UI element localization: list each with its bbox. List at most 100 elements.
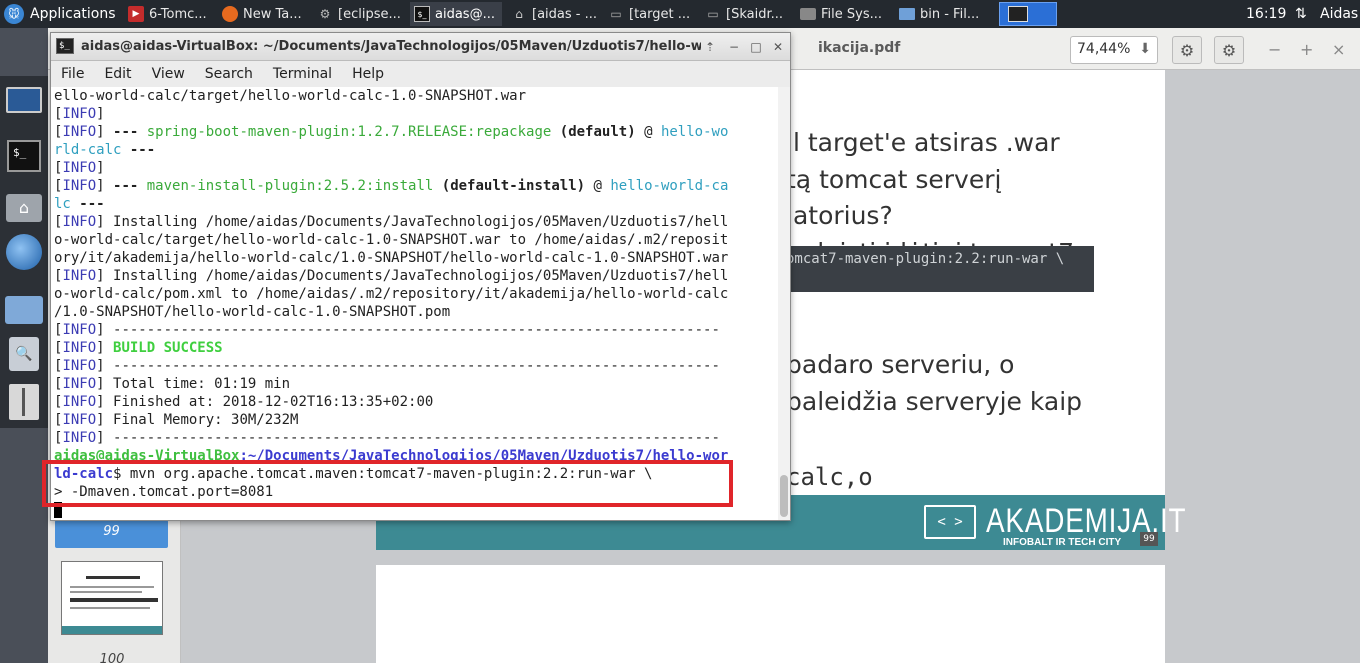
terminal-menubar: File Edit View Search Terminal Help bbox=[51, 61, 790, 87]
clock[interactable]: 16:19 bbox=[1246, 0, 1286, 28]
workspace-switcher[interactable] bbox=[999, 2, 1057, 26]
firefox-icon bbox=[222, 6, 238, 22]
close-icon[interactable]: ✕ bbox=[769, 38, 787, 56]
info-tag: INFO bbox=[62, 430, 97, 446]
info-tag: INFO bbox=[62, 178, 97, 194]
project-name: hello-wo bbox=[660, 124, 729, 140]
close-icon[interactable]: × bbox=[1332, 40, 1345, 59]
terminal-icon: $_ bbox=[56, 38, 74, 54]
show-desktop-icon[interactable] bbox=[4, 80, 44, 120]
folder-icon: ▭ bbox=[610, 7, 622, 21]
stick-icon[interactable]: ⇡ bbox=[701, 38, 719, 56]
prompt-path: :~/Documents/JavaTechnologijos/05Maven/U… bbox=[239, 448, 729, 464]
task-file-system[interactable]: File Sys... bbox=[796, 2, 892, 26]
task-label: [eclipse... bbox=[338, 6, 401, 22]
output-line: [INFO] Installing /home/aidas/Documents/… bbox=[54, 214, 729, 230]
settings-gear-icon-2[interactable]: ⚙ bbox=[1214, 36, 1244, 64]
page-text-line: paleidžia serveryje kaip bbox=[786, 387, 1083, 416]
thumbnail-selected-99[interactable]: 99 bbox=[55, 520, 168, 548]
separator: ----------------------------------------… bbox=[104, 358, 720, 374]
text-cursor bbox=[54, 502, 62, 518]
maximize-icon[interactable]: + bbox=[1300, 40, 1313, 59]
output-line: [INFO] --- maven-install-plugin:2.5.2:in… bbox=[54, 178, 729, 194]
folder-icon: ▭ bbox=[707, 7, 719, 21]
user-menu[interactable]: Aidas bbox=[1320, 0, 1358, 28]
task-label: New Ta... bbox=[243, 6, 302, 22]
dock: $_ ⌂ 🔍 bbox=[0, 76, 48, 428]
task-target-folder[interactable]: ▭ [target ... bbox=[604, 2, 696, 26]
info-tag: INFO bbox=[62, 106, 97, 122]
cursor-line bbox=[54, 501, 777, 519]
scrollbar-thumb[interactable] bbox=[780, 475, 788, 517]
zoom-selector[interactable]: 74,44% ⬇ bbox=[1070, 36, 1158, 64]
install-text: Installing /home/aidas/Documents/JavaTec… bbox=[104, 214, 729, 230]
menu-terminal[interactable]: Terminal bbox=[273, 66, 332, 82]
total-time: Total time: 01:19 min bbox=[104, 376, 291, 392]
terminal-titlebar[interactable]: $_ aidas@aidas-VirtualBox: ~/Documents/J… bbox=[51, 33, 790, 61]
info-tag: INFO bbox=[62, 268, 97, 284]
install-text: Installing /home/aidas/Documents/JavaTec… bbox=[104, 268, 729, 284]
separator: ----------------------------------------… bbox=[104, 322, 720, 338]
final-memory: Final Memory: 30M/232M bbox=[104, 412, 299, 428]
task-label: [target ... bbox=[629, 6, 691, 22]
dashes: --- bbox=[129, 142, 156, 158]
web-browser-icon[interactable] bbox=[4, 232, 44, 272]
project-name: hello-world-ca bbox=[610, 178, 729, 194]
info-tag: INFO bbox=[62, 214, 97, 230]
file-manager-icon[interactable] bbox=[4, 290, 44, 330]
output-line: ello-world-calc/target/hello-world-calc-… bbox=[54, 88, 527, 104]
settings-gear-icon[interactable]: ⚙ bbox=[1172, 36, 1202, 64]
menu-file[interactable]: File bbox=[61, 66, 84, 82]
applications-label: Applications bbox=[30, 6, 116, 22]
code-brackets-icon: < > bbox=[924, 504, 976, 539]
menu-view[interactable]: View bbox=[152, 66, 185, 82]
menu-help[interactable]: Help bbox=[352, 66, 384, 82]
thumbnail-page-100[interactable] bbox=[61, 561, 163, 635]
output-line: o-world-calc/pom.xml to /home/aidas/.m2/… bbox=[54, 286, 729, 302]
task-label: [Skaidr... bbox=[726, 6, 784, 22]
project-name: rld-calc bbox=[54, 142, 122, 158]
xfce-mouse-icon: 🐭 bbox=[4, 4, 24, 24]
page-text-line: calc,o bbox=[786, 463, 873, 491]
output-line: [INFO] --- spring-boot-maven-plugin:1.2.… bbox=[54, 124, 729, 140]
dashes: --- bbox=[113, 124, 139, 140]
menu-edit[interactable]: Edit bbox=[104, 66, 131, 82]
network-arrows-icon[interactable]: ⇅ bbox=[1295, 0, 1307, 28]
home-folder-icon[interactable]: ⌂ bbox=[4, 188, 44, 228]
task-tomcat-pdf[interactable]: ▶ 6-Tomc... bbox=[124, 2, 210, 26]
task-bin-folder[interactable]: bin - Fil... bbox=[895, 2, 989, 26]
page-text-line: ll target'e atsiras .war bbox=[786, 128, 1060, 157]
task-terminal[interactable]: $_ aidas@... bbox=[410, 2, 502, 26]
task-label: File Sys... bbox=[821, 6, 883, 22]
command-line: ld-calc$ mvn org.apache.tomcat.maven:tom… bbox=[54, 465, 777, 483]
info-tag: INFO bbox=[62, 322, 97, 338]
task-label: bin - Fil... bbox=[920, 6, 980, 22]
gear-icon: ⚙ bbox=[319, 7, 331, 21]
minimize-icon[interactable]: − bbox=[725, 38, 743, 56]
info-tag: INFO bbox=[62, 340, 97, 356]
terminal-output[interactable]: ello-world-calc/target/hello-world-calc-… bbox=[51, 87, 777, 520]
text-editor-icon[interactable] bbox=[4, 382, 44, 422]
command-continuation: > -Dmaven.tomcat.port=8081 bbox=[54, 484, 274, 500]
output-line: [INFO] Total time: 01:19 min bbox=[54, 376, 291, 392]
task-eclipse[interactable]: ⚙ [eclipse... bbox=[313, 2, 405, 26]
pdf-title: ikacija.pdf bbox=[818, 40, 901, 56]
terminal-launcher-icon[interactable]: $_ bbox=[4, 136, 44, 176]
app-finder-icon[interactable]: 🔍 bbox=[4, 334, 44, 374]
zoom-value: 74,44% bbox=[1077, 41, 1131, 57]
applications-menu[interactable]: 🐭 Applications bbox=[0, 0, 120, 28]
task-label: [aidas - ... bbox=[532, 6, 597, 22]
prompt-user: aidas@aidas-VirtualBox bbox=[54, 448, 240, 464]
task-firefox[interactable]: New Ta... bbox=[218, 2, 306, 26]
menu-search[interactable]: Search bbox=[205, 66, 253, 82]
minimize-icon[interactable]: − bbox=[1268, 40, 1281, 59]
task-home-folder[interactable]: ⌂ [aidas - ... bbox=[507, 2, 599, 26]
task-skaidres-folder[interactable]: ▭ [Skaidr... bbox=[701, 2, 791, 26]
goal: (default) bbox=[559, 124, 636, 140]
separator: ----------------------------------------… bbox=[104, 430, 720, 446]
info-tag: INFO bbox=[62, 160, 97, 176]
goal: (default-install) bbox=[441, 178, 586, 194]
maximize-icon[interactable]: □ bbox=[747, 38, 765, 56]
output-line: [INFO] ---------------------------------… bbox=[54, 358, 720, 374]
terminal-scrollbar[interactable] bbox=[778, 87, 790, 520]
